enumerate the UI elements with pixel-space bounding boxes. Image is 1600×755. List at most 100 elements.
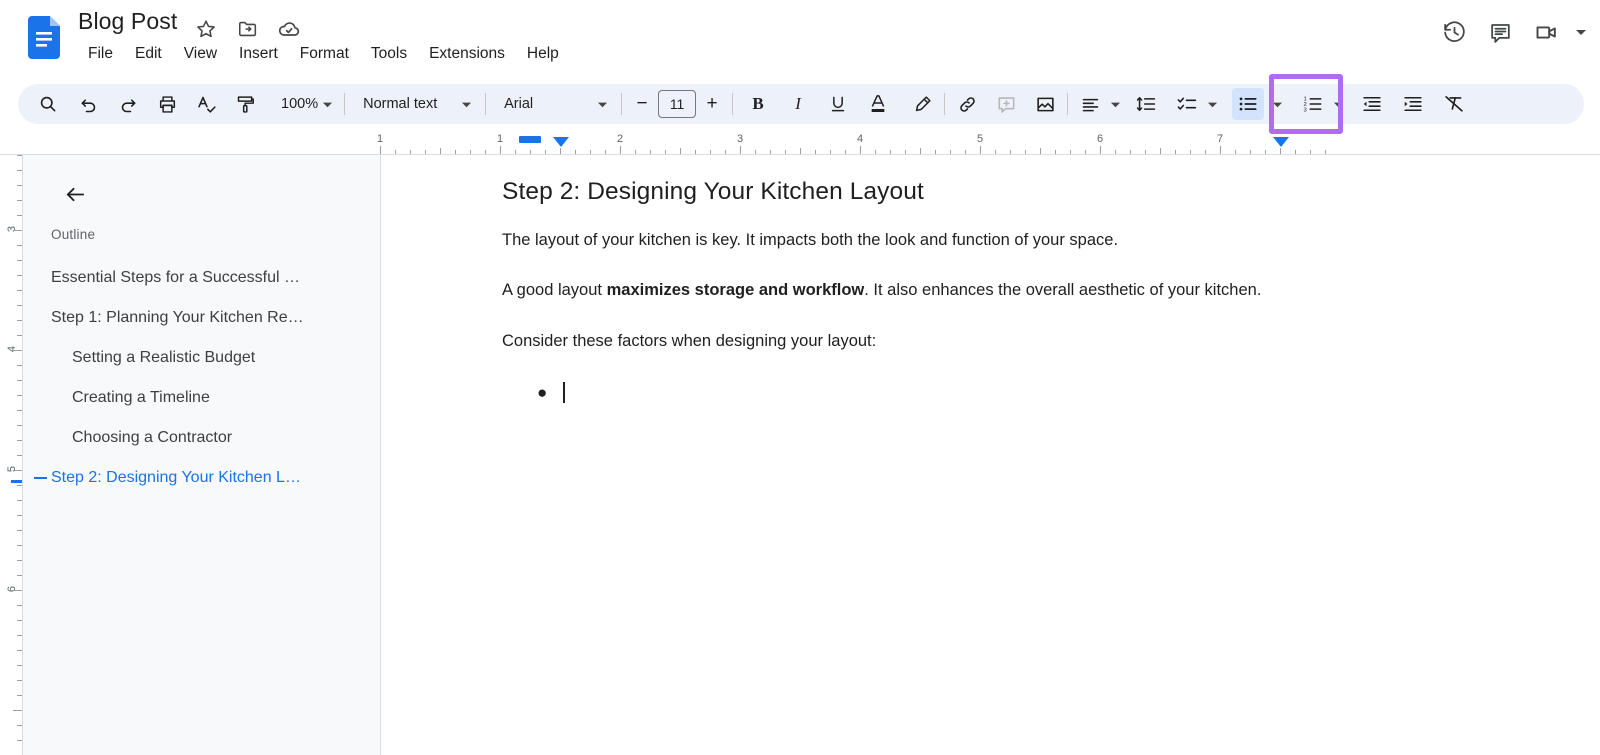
font-family-selector[interactable]: Arial: [492, 88, 615, 120]
font-size-input[interactable]: 11: [658, 90, 697, 118]
left-indent-marker[interactable]: [553, 137, 569, 147]
menu-format[interactable]: Format: [289, 42, 360, 66]
back-arrow-icon[interactable]: [55, 174, 95, 214]
decrease-indent-icon[interactable]: [1356, 88, 1388, 120]
chevron-down-icon[interactable]: [1572, 12, 1590, 52]
ruler-number: 4: [5, 345, 18, 353]
chevron-down-icon[interactable]: [1203, 88, 1221, 120]
document-body[interactable]: Step 2: Designing Your Kitchen Layout Th…: [502, 177, 1302, 405]
italic-button[interactable]: I: [782, 88, 814, 120]
decrease-font-size-button[interactable]: −: [628, 89, 656, 119]
toolbar-divider: [621, 93, 623, 115]
chevron-down-icon[interactable]: [593, 88, 611, 120]
paragraph-2-bold: maximizes storage and workflow: [606, 281, 865, 300]
chevron-down-icon[interactable]: [318, 88, 336, 120]
text-color-button[interactable]: [862, 88, 894, 120]
toolbar-divider: [485, 93, 487, 115]
menu-extensions[interactable]: Extensions: [418, 42, 516, 66]
line-spacing-icon[interactable]: [1130, 88, 1162, 120]
ruler-number: 1: [376, 133, 384, 145]
version-history-icon[interactable]: [1434, 12, 1474, 52]
formatting-toolbar: 100% Normal text Arial − 11 + B I 1 2 3: [18, 84, 1584, 124]
increase-indent-icon[interactable]: [1397, 88, 1429, 120]
ruler-number: 2: [616, 133, 624, 145]
paragraph-2-pre: A good layout: [502, 281, 607, 300]
document-page[interactable]: Step 2: Designing Your Kitchen Layout Th…: [382, 155, 1600, 755]
document-paragraph-1: The layout of your kitchen is key. It im…: [502, 230, 1119, 249]
chevron-down-icon[interactable]: [1268, 88, 1286, 120]
ruler-number: 4: [856, 133, 864, 145]
right-indent-marker[interactable]: [1273, 137, 1289, 147]
chevron-down-icon[interactable]: [1106, 88, 1124, 120]
search-icon[interactable]: [32, 88, 64, 120]
ruler-number: 7: [1216, 133, 1224, 145]
chevron-down-icon[interactable]: [457, 88, 475, 120]
chevron-down-icon[interactable]: [1329, 88, 1347, 120]
underline-button[interactable]: [822, 88, 854, 120]
paint-format-icon[interactable]: [229, 88, 261, 120]
paragraph-style-value: Normal text: [363, 96, 438, 112]
insert-link-icon[interactable]: [951, 88, 983, 120]
menu-help[interactable]: Help: [516, 42, 570, 66]
toolbar-divider: [1067, 93, 1069, 115]
outline-item-label: Choosing a Contractor: [72, 429, 233, 446]
bullet-list-item[interactable]: ●: [502, 380, 1302, 406]
outline-item[interactable]: Essential Steps for a Successful …: [23, 258, 381, 298]
spellcheck-icon[interactable]: [190, 88, 222, 120]
redo-icon[interactable]: [112, 88, 144, 120]
ruler-number: 6: [5, 585, 18, 593]
outline-item[interactable]: Choosing a Contractor: [23, 418, 381, 458]
outline-item-label: Step 2: Designing Your Kitchen L…: [51, 469, 301, 486]
font-family-value: Arial: [504, 96, 534, 112]
align-icon[interactable]: [1074, 88, 1106, 120]
move-folder-icon[interactable]: [235, 16, 261, 42]
vertical-indent-marker[interactable]: [11, 480, 22, 483]
text-cursor: [563, 381, 565, 403]
bold-button[interactable]: B: [742, 88, 774, 120]
toolbar-divider: [732, 93, 734, 115]
menu-tools[interactable]: Tools: [360, 42, 418, 66]
page-title[interactable]: Blog Post: [78, 8, 177, 35]
document-paragraph-2: A good layout maximizes storage and work…: [502, 278, 1302, 303]
print-icon[interactable]: [151, 88, 183, 120]
meet-camera-icon[interactable]: [1526, 12, 1566, 52]
add-comment-icon[interactable]: [990, 88, 1022, 120]
ruler-tick: [13, 590, 22, 591]
numbered-list-icon[interactable]: 1 2 3: [1297, 88, 1329, 120]
ruler-number: 3: [736, 133, 744, 145]
menu-file[interactable]: File: [77, 42, 124, 66]
undo-icon[interactable]: [73, 88, 105, 120]
ruler-tick: [13, 470, 22, 471]
menu-insert[interactable]: Insert: [228, 42, 289, 66]
outline-panel-title: Outline: [51, 227, 96, 242]
toolbar-divider: [344, 93, 346, 115]
outline-item[interactable]: Step 1: Planning Your Kitchen Re…: [23, 298, 381, 338]
comment-history-icon[interactable]: [1480, 12, 1520, 52]
document-header: Blog Post File Edit View Insert Format T: [0, 0, 1600, 78]
cloud-saved-icon[interactable]: [276, 16, 302, 42]
ruler-number: 5: [976, 133, 984, 145]
bulleted-list-button[interactable]: [1232, 88, 1265, 120]
clear-formatting-icon[interactable]: [1438, 88, 1470, 120]
first-line-indent-marker[interactable]: [519, 136, 541, 143]
menu-view[interactable]: View: [173, 42, 228, 66]
star-icon[interactable]: [193, 16, 219, 42]
zoom-selector[interactable]: 100%: [271, 88, 338, 120]
checklist-icon[interactable]: [1171, 88, 1203, 120]
document-outline-panel: Outline Essential Steps for a Successful…: [23, 155, 381, 755]
docs-file-icon[interactable]: [28, 16, 60, 59]
outline-item[interactable]: Step 2: Designing Your Kitchen L…: [23, 458, 381, 498]
horizontal-ruler[interactable]: 1 1 2 3 4 5 6 7: [0, 133, 1600, 155]
outline-item[interactable]: Setting a Realistic Budget: [23, 338, 381, 378]
outline-item[interactable]: Creating a Timeline: [23, 378, 381, 418]
menu-edit[interactable]: Edit: [124, 42, 173, 66]
google-docs-window: Blog Post File Edit View Insert Format T: [0, 0, 1600, 755]
menu-bar: File Edit View Insert Format Tools Exten…: [77, 42, 570, 66]
bullet-point-icon: ●: [537, 382, 548, 402]
paragraph-style-selector[interactable]: Normal text: [351, 88, 479, 120]
insert-image-icon[interactable]: [1029, 88, 1061, 120]
highlight-color-button[interactable]: [906, 88, 938, 120]
increase-font-size-button[interactable]: +: [698, 89, 726, 119]
toolbar-divider: [944, 93, 946, 115]
vertical-ruler[interactable]: 3 4 5 6: [0, 155, 22, 755]
